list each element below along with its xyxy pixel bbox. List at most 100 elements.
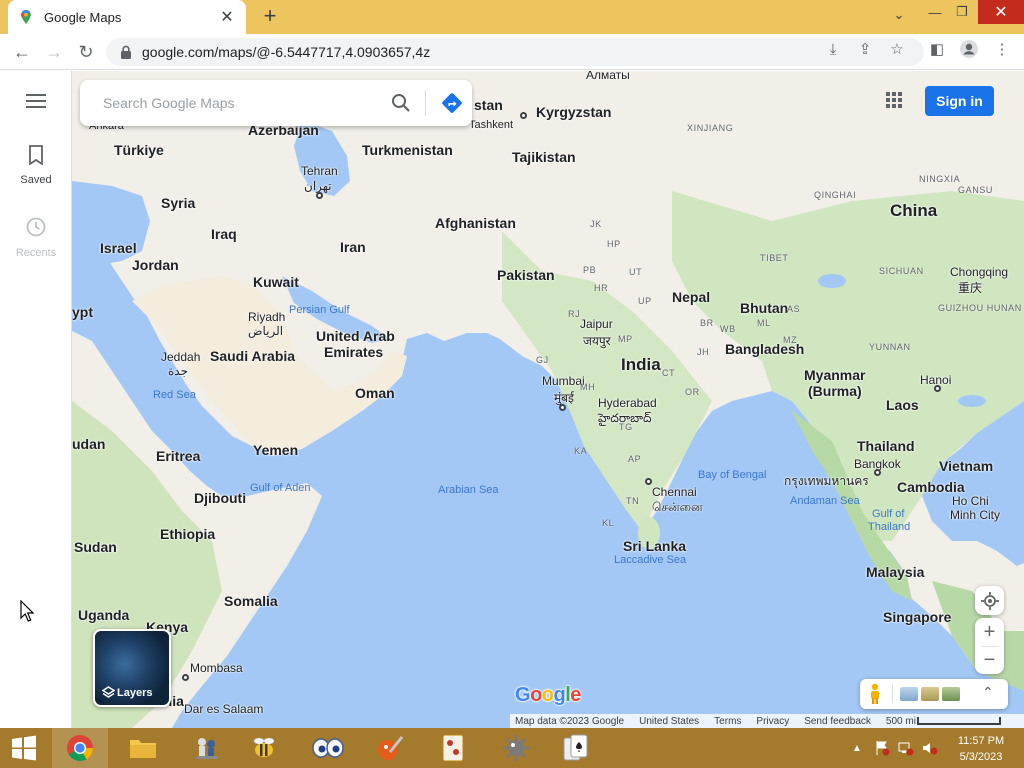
search-placeholder: Search Google Maps — [103, 95, 235, 111]
label-gulf-of-aden: Gulf of Aden — [250, 482, 311, 494]
folder-icon — [130, 740, 156, 758]
label-malaysia: Malaysia — [866, 564, 925, 580]
profile-icon[interactable] — [958, 38, 980, 60]
forward-button[interactable]: → — [40, 38, 68, 66]
send-feedback-link[interactable]: Send feedback — [804, 716, 871, 727]
label-ut: UT — [629, 267, 643, 277]
label-jk: JK — [590, 219, 602, 229]
imagery-thumbnail-2[interactable] — [921, 687, 939, 701]
label-ningxia: NINGXIA — [919, 174, 961, 184]
google-apps-button[interactable] — [884, 90, 904, 110]
google-logo: Google — [515, 684, 581, 707]
tab-search-chevron-icon[interactable]: ⌄ — [884, 3, 914, 27]
label-kuwait: Kuwait — [253, 274, 299, 290]
taskbar-bee-game[interactable] — [236, 728, 292, 768]
scale-label[interactable]: 500 mi — [886, 716, 916, 727]
taskbar-chess[interactable] — [178, 728, 234, 768]
taskbar-mahjong[interactable] — [425, 728, 481, 768]
label-myanmar-line1: Myanmar — [804, 367, 866, 383]
action-center-flag-icon[interactable] — [874, 740, 890, 756]
label-qinghai: QINGHAI — [814, 190, 857, 200]
label-jordan: Jordan — [132, 257, 179, 273]
terms-link[interactable]: Terms — [714, 716, 741, 727]
map-canvas[interactable]: stan Kyrgyzstan Azerbaijan Türkiye Turkm… — [72, 71, 1024, 728]
label-pakistan: Pakistan — [497, 267, 555, 283]
chrome-icon — [67, 735, 94, 762]
label-tashkent: Tashkent — [469, 119, 514, 131]
map-data-credit: Map data ©2023 Google — [515, 715, 625, 727]
tray-overflow-icon[interactable]: ▲ — [852, 743, 862, 754]
imagery-thumbnail-3[interactable] — [942, 687, 960, 701]
label-mumbai: Mumbai — [542, 374, 585, 388]
windows-logo-icon — [12, 735, 36, 761]
label-mombasa: Mombasa — [190, 661, 243, 675]
imagery-thumbnail-1[interactable] — [900, 687, 918, 701]
network-icon[interactable] — [898, 740, 914, 756]
reload-button[interactable]: ↻ — [72, 38, 100, 66]
search-box[interactable]: Search Google Maps — [80, 80, 472, 126]
label-br: BR — [700, 318, 714, 328]
cards-icon — [563, 734, 588, 761]
taskbar-chrome[interactable] — [52, 728, 108, 768]
pegman-icon[interactable] — [868, 683, 882, 705]
expand-chevron-icon[interactable]: ⌃ — [982, 684, 994, 701]
scale-bar[interactable] — [917, 717, 1001, 725]
privacy-link[interactable]: Privacy — [756, 716, 789, 727]
bangkok-marker — [874, 469, 881, 476]
taskbar-eyes[interactable] — [300, 728, 356, 768]
taskbar-paint[interactable] — [362, 728, 418, 768]
saved-button[interactable]: Saved — [0, 145, 72, 186]
label-oman: Oman — [355, 385, 395, 401]
label-uganda: Uganda — [78, 607, 130, 623]
windows-taskbar: ▲ 11:57 PM 5/3/2023 — [0, 728, 1024, 768]
zoom-in-button[interactable]: + — [984, 619, 996, 646]
zoom-out-button[interactable]: − — [984, 647, 996, 674]
share-icon[interactable]: ⇪ — [854, 38, 876, 60]
label-riyadh: Riyadh — [248, 310, 286, 324]
taskbar-clock[interactable]: 11:57 PM 5/3/2023 — [945, 733, 1017, 765]
mahjong-tile-icon — [442, 734, 464, 762]
address-bar[interactable]: google.com/maps/@-6.5447717,4.0903657,4z — [106, 38, 924, 66]
imagery-divider — [892, 685, 893, 703]
volume-muted-icon[interactable] — [922, 740, 938, 756]
tab-close-icon[interactable]: ✕ — [218, 7, 236, 27]
restore-button[interactable]: ❐ — [947, 0, 977, 24]
side-panel-icon[interactable]: ◧ — [926, 38, 948, 60]
menu-button[interactable] — [0, 93, 72, 114]
directions-button[interactable] — [432, 85, 472, 121]
search-button[interactable] — [383, 85, 419, 121]
install-app-icon[interactable]: ⤓ — [822, 38, 844, 60]
taskbar-solitaire[interactable] — [548, 728, 604, 768]
label-jeddah-local: جدة — [168, 364, 189, 378]
new-tab-button[interactable]: + — [258, 4, 282, 28]
minimize-button[interactable]: — — [920, 0, 950, 24]
label-mz: MZ — [783, 335, 798, 345]
label-turkiye: Türkiye — [114, 142, 164, 158]
logo-letter-1: G — [515, 684, 531, 706]
my-location-button[interactable] — [975, 586, 1004, 615]
sign-in-button[interactable]: Sign in — [925, 86, 994, 116]
tab-google-maps[interactable]: Google Maps ✕ — [8, 0, 246, 34]
bookmark-star-icon[interactable]: ☆ — [886, 38, 908, 60]
layers-button[interactable]: Layers — [93, 629, 171, 707]
zoom-controls: + − — [975, 618, 1004, 674]
label-egypt: ypt — [72, 304, 93, 320]
label-china: China — [890, 201, 938, 220]
recents-button[interactable]: Recents — [0, 216, 72, 259]
taskbar-minesweeper[interactable] — [488, 728, 544, 768]
kebab-menu-icon[interactable]: ⋮ — [991, 38, 1013, 60]
label-hr: HR — [594, 283, 609, 293]
label-nepal: Nepal — [672, 289, 711, 305]
back-button[interactable]: ← — [8, 38, 36, 66]
start-button[interactable] — [0, 728, 48, 768]
label-as: AS — [787, 304, 801, 314]
taskbar-file-explorer[interactable] — [115, 728, 171, 768]
close-window-button[interactable]: ✕ — [978, 0, 1024, 24]
label-tg: TG — [619, 422, 633, 432]
label-chennai: Chennai — [652, 485, 697, 499]
label-hcmc-line2: Minh City — [950, 508, 1001, 522]
country-link[interactable]: United States — [639, 716, 699, 727]
label-gulf-thailand-line2: Thailand — [868, 521, 911, 533]
label-south-sudan: Sudan — [74, 539, 117, 555]
label-andaman-sea: Andaman Sea — [790, 495, 860, 507]
